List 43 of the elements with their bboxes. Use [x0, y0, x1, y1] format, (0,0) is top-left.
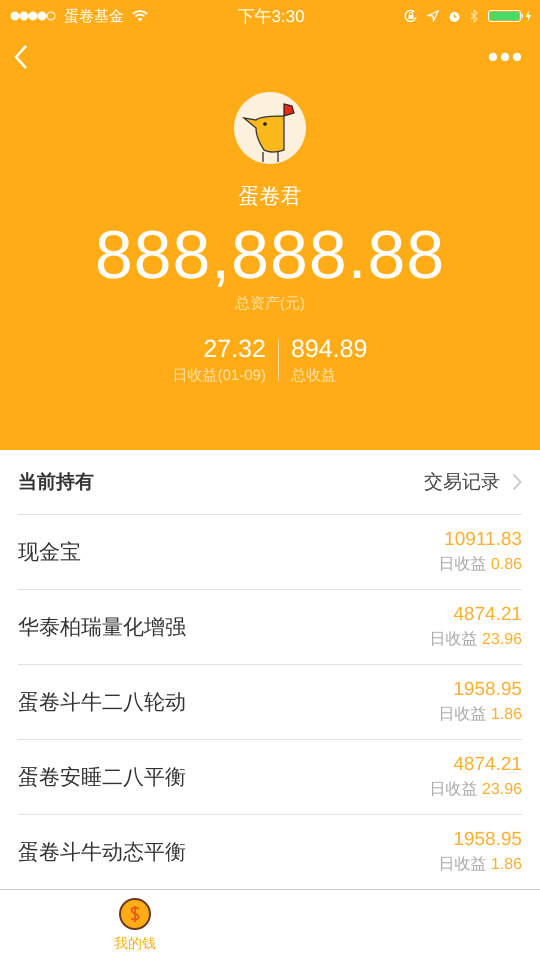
location-icon — [427, 10, 439, 22]
battery-icon — [488, 9, 532, 23]
fund-amount: 4874.21 — [453, 754, 522, 776]
fund-amount: 1958.95 — [453, 829, 522, 851]
more-button[interactable] — [488, 52, 522, 62]
daily-income-value: 27.32 — [203, 335, 266, 364]
holding-row[interactable]: 蛋卷斗牛二八轮动 1958.95 日收益 1.86 — [18, 665, 522, 740]
fund-name: 现金宝 — [18, 540, 81, 566]
alarm-icon — [448, 10, 461, 22]
daily-income-text: 日收益 0.86 — [438, 555, 522, 575]
bluetooth-icon — [470, 9, 479, 23]
holding-row[interactable]: 蛋卷安睡二八平衡 4874.21 日收益 23.96 — [18, 740, 522, 815]
fund-name: 蛋卷斗牛动态平衡 — [18, 840, 186, 866]
holding-row[interactable]: 华泰柏瑞量化增强 4874.21 日收益 23.96 — [18, 590, 522, 665]
fund-name: 华泰柏瑞量化增强 — [18, 615, 186, 641]
chick-avatar-icon — [234, 92, 306, 164]
rotation-lock-icon — [404, 9, 418, 23]
total-assets-label: 总资产(元) — [235, 294, 305, 313]
section-title: 当前持有 — [18, 471, 94, 495]
total-assets: 888,888.88 — [94, 216, 446, 294]
transactions-link[interactable]: 交易记录 — [424, 469, 522, 495]
fund-name: 蛋卷斗牛二八轮动 — [18, 690, 186, 716]
wifi-icon — [132, 10, 148, 22]
daily-income-text: 日收益 1.86 — [438, 855, 522, 875]
fund-amount: 1958.95 — [453, 679, 522, 701]
signal-icon — [10, 11, 56, 21]
back-button[interactable] — [14, 44, 28, 70]
fund-amount: 10911.83 — [444, 529, 522, 551]
fund-amount: 4874.21 — [453, 604, 522, 626]
coin-icon — [118, 897, 152, 931]
daily-income-text: 日收益 23.96 — [430, 780, 522, 800]
user-name: 蛋卷君 — [238, 184, 302, 210]
holding-row[interactable]: 现金宝 10911.83 日收益 0.86 — [18, 515, 522, 590]
fund-name: 蛋卷安睡二八平衡 — [18, 765, 186, 791]
daily-income-text: 日收益 1.86 — [438, 705, 522, 725]
total-income-value: 894.89 — [290, 335, 368, 364]
chevron-right-icon — [512, 473, 522, 491]
daily-income-label: 日收益(01-09) — [172, 366, 266, 385]
holding-row[interactable]: 蛋卷斗牛动态平衡 1958.95 日收益 1.86 — [18, 815, 522, 889]
carrier-name: 蛋卷基金 — [64, 6, 124, 26]
total-income-label: 总收益 — [290, 366, 337, 385]
status-time: 下午3:30 — [237, 6, 305, 28]
daily-income-text: 日收益 23.96 — [430, 630, 522, 650]
